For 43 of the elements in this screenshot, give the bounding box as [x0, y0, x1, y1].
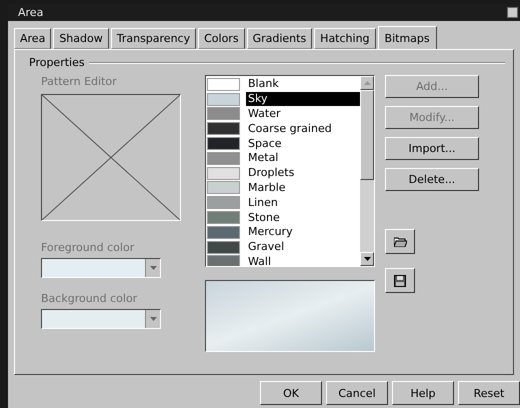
scrollbar[interactable] — [360, 76, 374, 266]
bitmap-list-item[interactable]: Coarse grained — [246, 122, 360, 136]
bitmap-list-item[interactable]: Metal — [246, 151, 360, 166]
save-button[interactable] — [385, 268, 415, 293]
dialog-button[interactable]: Help — [392, 381, 454, 405]
tab[interactable]: Transparency — [110, 28, 196, 49]
open-folder-button[interactable] — [385, 229, 415, 254]
color-dropdown[interactable] — [41, 309, 161, 329]
bitmap-list-item[interactable]: Droplets — [246, 166, 360, 180]
tab[interactable]: Shadow — [53, 28, 109, 49]
bitmap-list-item[interactable]: Linen — [246, 196, 360, 210]
tab[interactable]: Bitmaps — [378, 26, 437, 50]
dialog-button[interactable]: OK — [260, 381, 322, 405]
bitmap-list-item[interactable]: Stone — [246, 210, 360, 225]
bitmap-list-item[interactable]: Gravel — [246, 240, 360, 254]
bitmap-list-item[interactable]: Marble — [246, 180, 360, 195]
color-dropdown[interactable] — [41, 258, 161, 278]
side-button[interactable]: Import... — [385, 137, 479, 160]
side-button[interactable]: Delete... — [385, 168, 479, 191]
group-title: Properties — [29, 56, 85, 69]
scroll-up-icon — [364, 81, 370, 85]
bitmap-list-item[interactable]: Space — [246, 136, 360, 151]
bitmap-list-item[interactable]: Wall — [246, 254, 360, 266]
background-color-label: Background color — [41, 292, 138, 305]
foreground-color-label: Foreground color — [41, 241, 136, 254]
dropdown-arrow-icon — [150, 317, 156, 321]
bitmap-list-item[interactable]: Sky — [246, 92, 360, 106]
tab[interactable]: Colors — [198, 28, 245, 49]
tab[interactable]: Hatching — [314, 28, 376, 49]
bitmap-list-item[interactable]: Water — [246, 106, 360, 121]
dialog-button[interactable]: Cancel — [326, 381, 388, 405]
scroll-down-icon — [364, 257, 370, 261]
bitmap-list-item[interactable]: Blank — [246, 77, 360, 92]
tab[interactable]: Area — [14, 28, 52, 49]
dialog-button[interactable]: Reset — [458, 381, 520, 405]
tab[interactable]: Gradients — [246, 28, 312, 49]
dropdown-arrow-icon — [150, 266, 156, 270]
pattern-editor[interactable] — [41, 94, 181, 221]
window-title: Area — [18, 6, 44, 19]
bitmap-list-item[interactable]: Mercury — [246, 225, 360, 240]
pattern-editor-label: Pattern Editor — [41, 75, 118, 88]
folder-icon — [394, 236, 406, 247]
bitmap-list[interactable]: Blank Sky Water Coarse grained Space Metal Droplets Marble Linen Stone Mercury Gravel Wall — [205, 75, 375, 267]
